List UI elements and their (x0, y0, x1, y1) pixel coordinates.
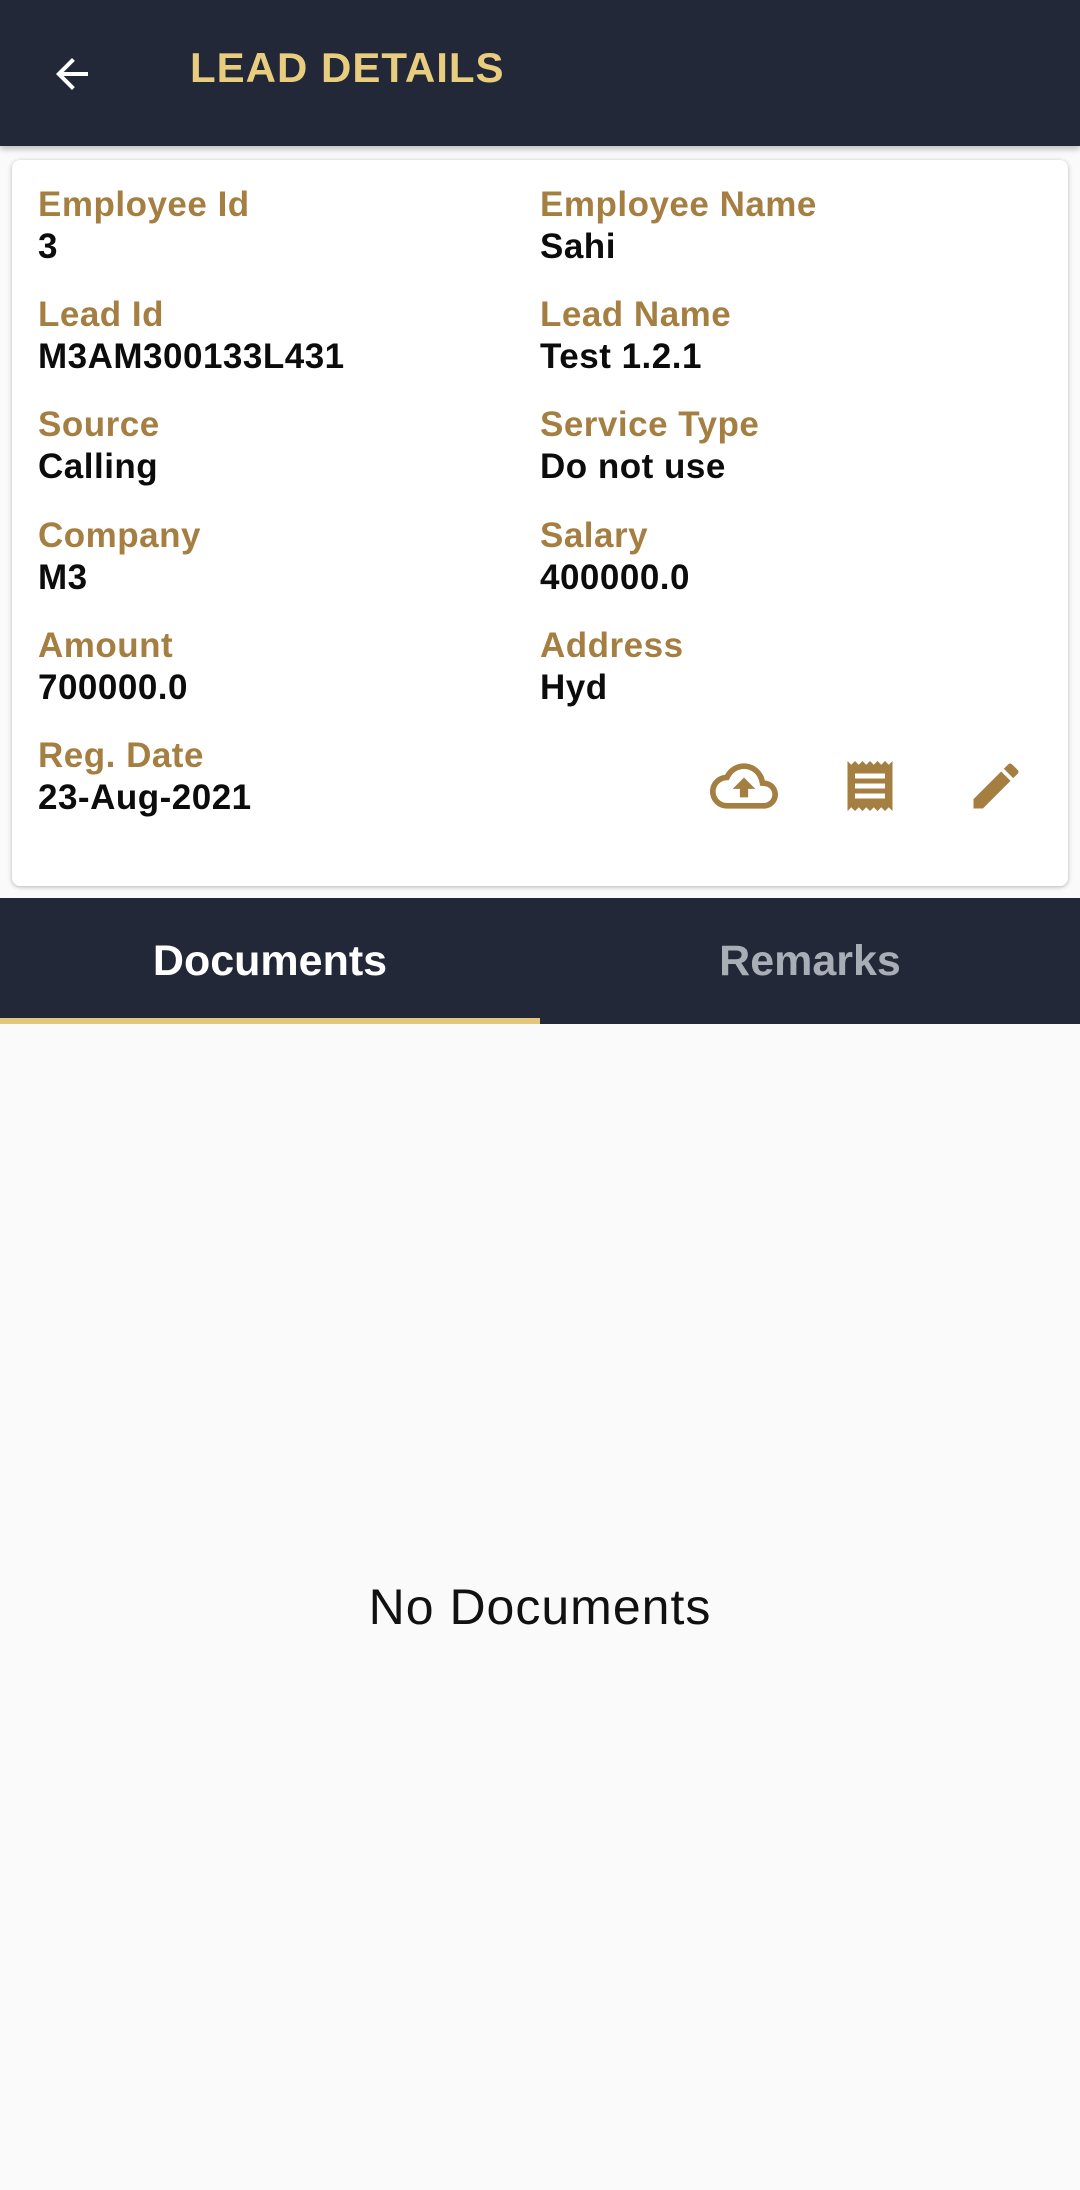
field-employee-name: Employee Name Sahi (540, 184, 1020, 268)
field-value: Sahi (540, 227, 616, 266)
edit-button[interactable] (962, 752, 1030, 820)
receipt-icon (847, 761, 893, 811)
tab-label: Remarks (719, 936, 901, 985)
tab-indicator (0, 1018, 540, 1024)
tab-label: Documents (152, 936, 388, 985)
receipt-button[interactable] (836, 752, 904, 820)
field-value: 700000.0 (38, 668, 188, 707)
field-lead-id: Lead Id M3AM300133L431 (38, 294, 518, 378)
field-value: M3AM300133L431 (38, 337, 345, 376)
field-label: Amount (38, 626, 174, 665)
field-value: Hyd (540, 668, 608, 707)
field-label: Employee Name (540, 185, 817, 224)
back-button[interactable] (34, 36, 110, 112)
field-address: Address Hyd (540, 625, 1020, 709)
field-label: Service Type (540, 405, 760, 444)
field-value: M3 (38, 558, 88, 597)
field-label: Company (38, 516, 201, 555)
field-value: 3 (38, 227, 58, 266)
field-value: 23-Aug-2021 (38, 778, 252, 817)
field-value: Calling (38, 447, 159, 486)
field-company: Company M3 (38, 515, 518, 599)
upload-button[interactable] (710, 752, 778, 820)
field-source: Source Calling (38, 404, 518, 488)
field-label: Address (540, 626, 684, 665)
tab-documents[interactable]: Documents (0, 898, 540, 1024)
field-label: Source (38, 405, 160, 444)
field-label: Lead Id (38, 295, 165, 334)
field-amount: Amount 700000.0 (38, 625, 518, 709)
field-label: Lead Name (540, 295, 732, 334)
field-salary: Salary 400000.0 (540, 515, 1020, 599)
field-value: Test 1.2.1 (540, 337, 702, 376)
app-bar: LEAD DETAILS (0, 0, 1080, 146)
field-lead-name: Lead Name Test 1.2.1 (540, 294, 1020, 378)
lead-details-card: Employee Id 3 Employee Name Sahi Lead Id… (12, 160, 1068, 886)
field-label: Reg. Date (38, 736, 204, 775)
card-actions (710, 752, 1030, 820)
empty-documents-message: No Documents (368, 1579, 712, 1635)
field-service-type: Service Type Do not use (540, 404, 1020, 488)
arrow-back-icon (56, 58, 88, 90)
field-label: Salary (540, 516, 649, 555)
field-employee-id: Employee Id 3 (38, 184, 518, 268)
edit-pencil-icon (973, 763, 1019, 809)
tab-bar: Documents Remarks (0, 898, 1080, 1024)
cloud-upload-icon (710, 763, 778, 809)
field-reg-date: Reg. Date 23-Aug-2021 (38, 735, 518, 819)
tab-remarks[interactable]: Remarks (540, 898, 1080, 1024)
field-value: 400000.0 (540, 558, 690, 597)
field-label: Employee Id (38, 185, 250, 224)
field-value: Do not use (540, 447, 726, 486)
page-title: LEAD DETAILS (190, 44, 505, 91)
